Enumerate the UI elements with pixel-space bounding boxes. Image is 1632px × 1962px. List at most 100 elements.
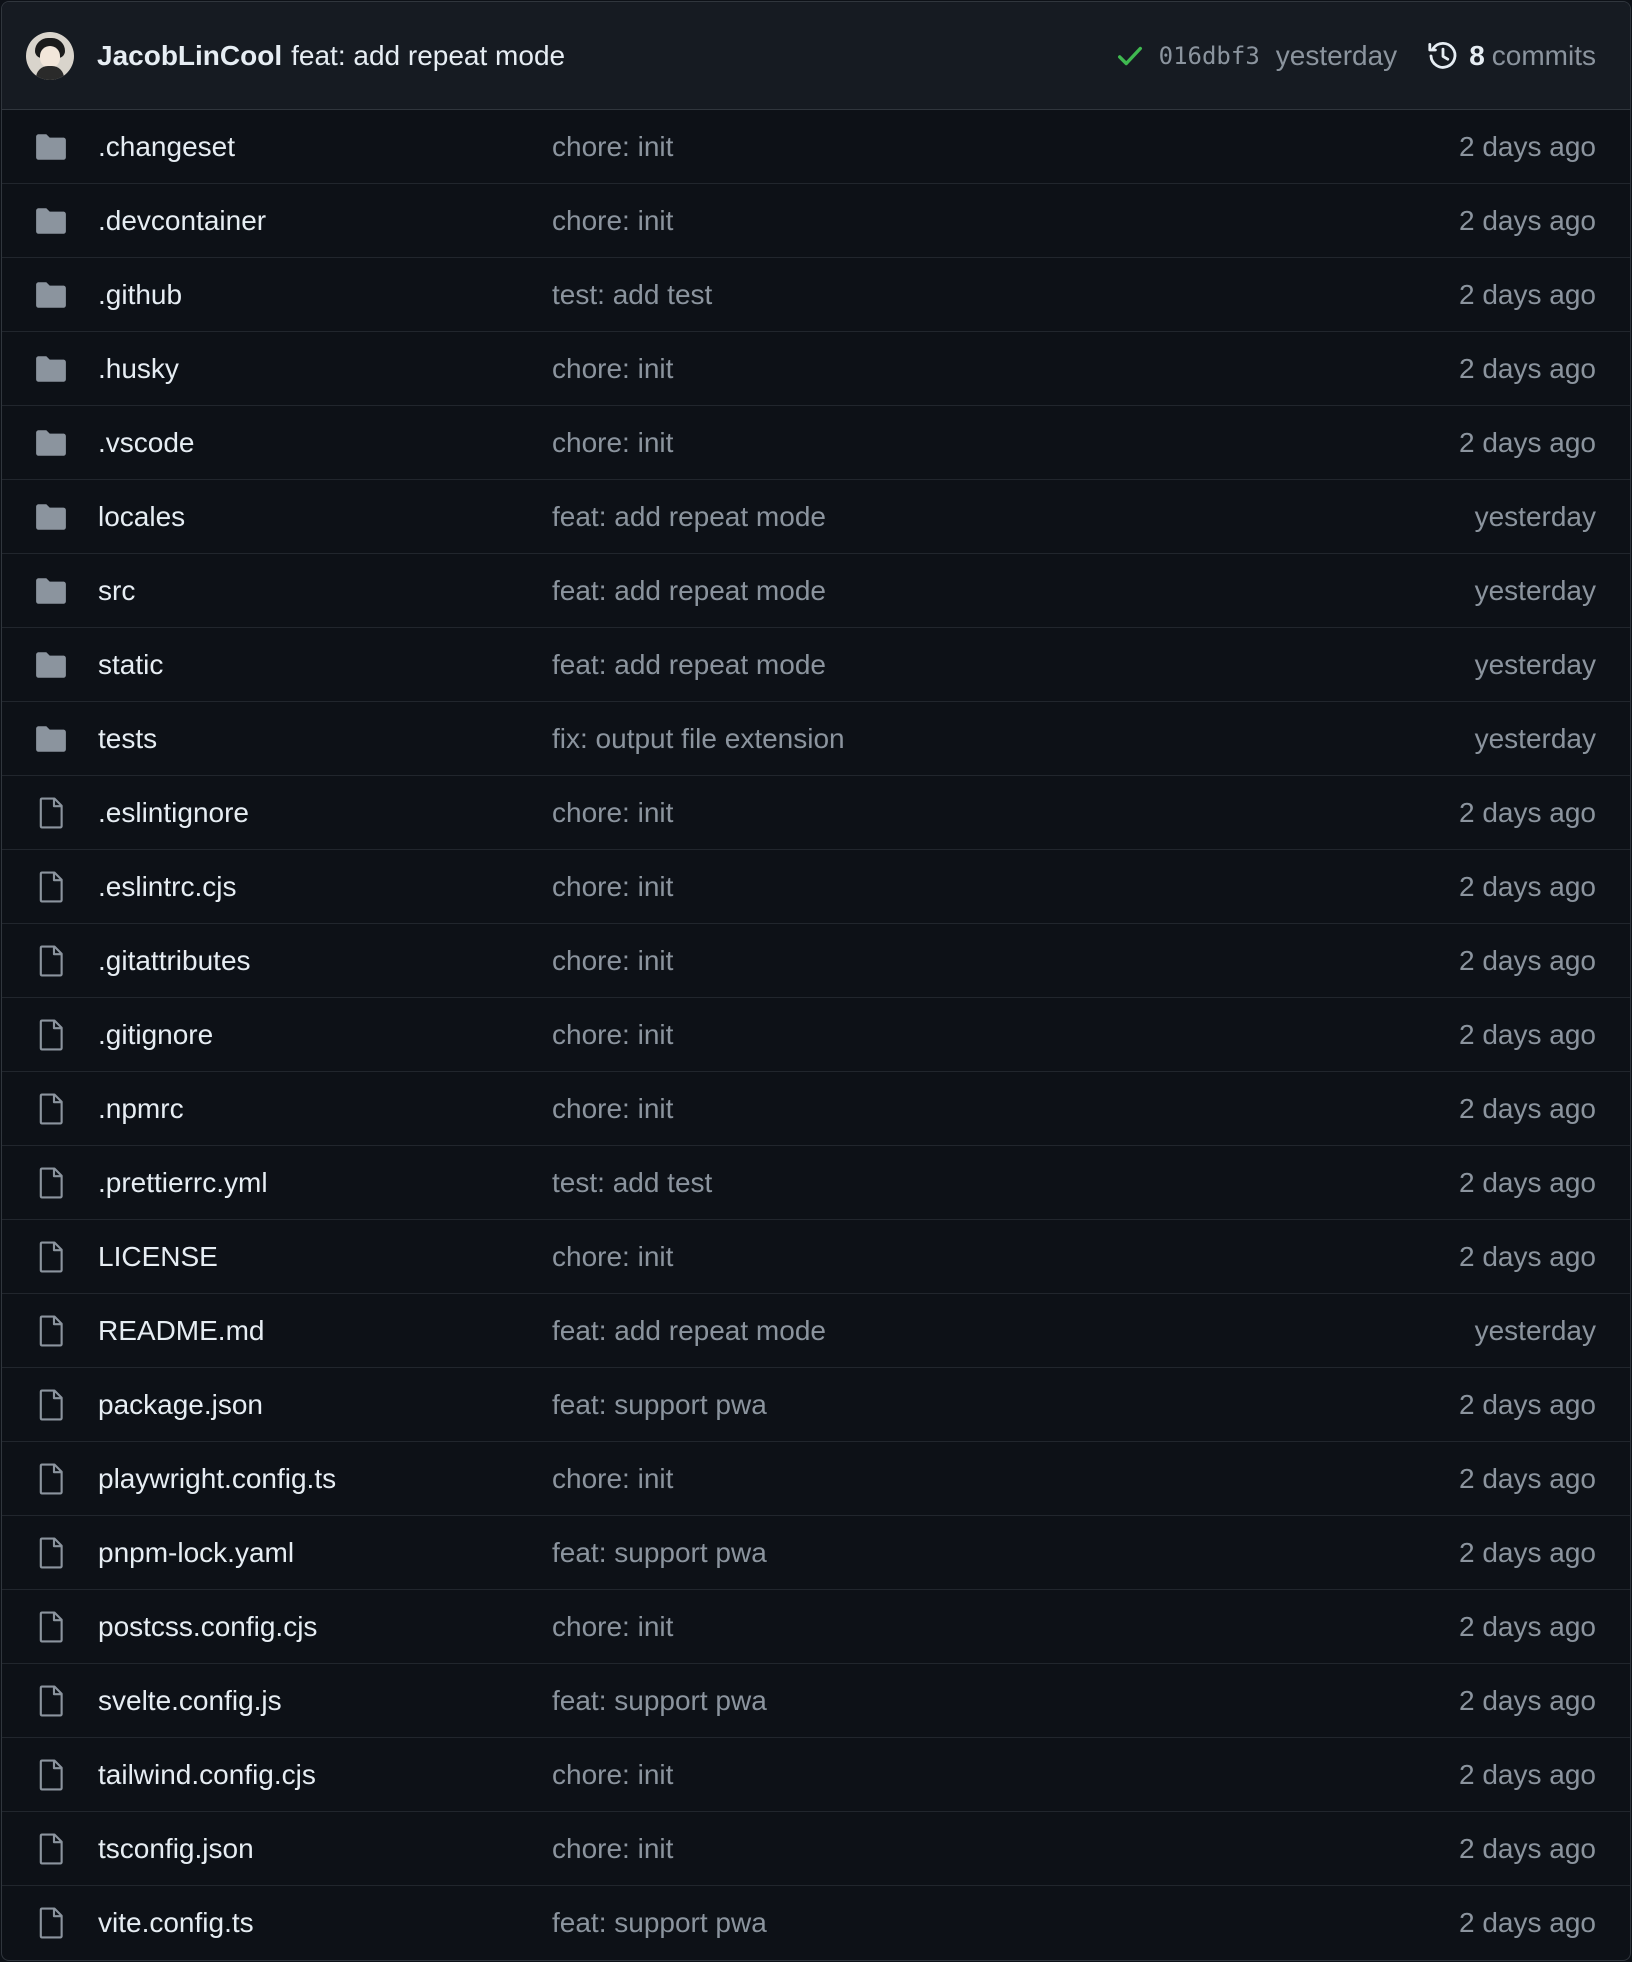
file-commit-age: yesterday xyxy=(1474,648,1596,680)
file-commit-age: 2 days ago xyxy=(1459,944,1596,976)
file-commit-message-link[interactable]: feat: add repeat mode xyxy=(552,649,1475,681)
file-row[interactable]: .gitignore chore: init 2 days ago xyxy=(2,998,1630,1072)
file-row[interactable]: .github test: add test 2 days ago xyxy=(2,258,1630,332)
file-commit-age: 2 days ago xyxy=(1459,1536,1596,1568)
file-row[interactable]: tsconfig.json chore: init 2 days ago xyxy=(2,1812,1630,1886)
file-row[interactable]: .prettierrc.yml test: add test 2 days ago xyxy=(2,1146,1630,1220)
file-commit-message-link[interactable]: chore: init xyxy=(552,131,1459,163)
file-row[interactable]: pnpm-lock.yaml feat: support pwa 2 days ag… xyxy=(2,1516,1630,1590)
commit-author-link[interactable]: JacobLinCool xyxy=(97,40,282,72)
file-commit-message-link[interactable]: chore: init xyxy=(552,1759,1459,1791)
file-icon xyxy=(39,1166,63,1199)
file-name-link[interactable]: .vscode xyxy=(98,427,552,459)
file-name-link[interactable]: pnpm-lock.yaml xyxy=(98,1537,552,1569)
file-name-link[interactable]: .devcontainer xyxy=(98,205,552,237)
file-commit-message-link[interactable]: chore: init xyxy=(552,1463,1459,1495)
file-name-link[interactable]: package.json xyxy=(98,1389,552,1421)
file-row[interactable]: .eslintrc.cjs chore: init 2 days ago xyxy=(2,850,1630,924)
file-name-link[interactable]: LICENSE xyxy=(98,1241,552,1273)
file-name-link[interactable]: locales xyxy=(98,501,552,533)
file-name-link[interactable]: .gitignore xyxy=(98,1019,552,1051)
folder-icon xyxy=(36,503,66,530)
file-row[interactable]: package.json feat: support pwa 2 days ago xyxy=(2,1368,1630,1442)
file-row[interactable]: .npmrc chore: init 2 days ago xyxy=(2,1072,1630,1146)
file-name-link[interactable]: tailwind.config.cjs xyxy=(98,1759,552,1791)
file-name-link[interactable]: postcss.config.cjs xyxy=(98,1611,552,1643)
file-commit-message-link[interactable]: chore: init xyxy=(552,1093,1459,1125)
file-commit-age: 2 days ago xyxy=(1459,426,1596,458)
file-name-link[interactable]: README.md xyxy=(98,1315,552,1347)
file-commit-message-link[interactable]: chore: init xyxy=(552,871,1459,903)
file-commit-age: 2 days ago xyxy=(1459,1758,1596,1790)
file-row[interactable]: .devcontainer chore: init 2 days ago xyxy=(2,184,1630,258)
file-row[interactable]: tailwind.config.cjs chore: init 2 days ago xyxy=(2,1738,1630,1812)
file-row[interactable]: .changeset chore: init 2 days ago xyxy=(2,110,1630,184)
file-name-link[interactable]: .npmrc xyxy=(98,1093,552,1125)
file-commit-message-link[interactable]: chore: init xyxy=(552,1833,1459,1865)
file-name-link[interactable]: .husky xyxy=(98,353,552,385)
file-row[interactable]: playwright.config.ts chore: init 2 days ag… xyxy=(2,1442,1630,1516)
folder-icon xyxy=(36,355,66,382)
avatar[interactable] xyxy=(26,31,74,80)
file-commit-message-link[interactable]: feat: support pwa xyxy=(552,1537,1459,1569)
file-commit-age: 2 days ago xyxy=(1459,1462,1596,1494)
file-name-link[interactable]: .prettierrc.yml xyxy=(98,1167,552,1199)
file-commit-message-link[interactable]: feat: support pwa xyxy=(552,1389,1459,1421)
commit-message-link[interactable]: feat: add repeat mode xyxy=(291,40,565,72)
file-row[interactable]: .eslintignore chore: init 2 days ago xyxy=(2,776,1630,850)
file-commit-message-link[interactable]: test: add test xyxy=(552,279,1459,311)
file-name-link[interactable]: .github xyxy=(98,279,552,311)
file-name-link[interactable]: .gitattributes xyxy=(98,945,552,977)
file-commit-message-link[interactable]: fix: output file extension xyxy=(552,723,1475,755)
file-row[interactable]: src feat: add repeat mode yesterday xyxy=(2,554,1630,628)
file-row[interactable]: README.md feat: add repeat mode yesterday xyxy=(2,1294,1630,1368)
file-commit-age: 2 days ago xyxy=(1459,204,1596,236)
file-row[interactable]: .husky chore: init 2 days ago xyxy=(2,332,1630,406)
file-commit-message-link[interactable]: chore: init xyxy=(552,945,1459,977)
file-commit-message-link[interactable]: chore: init xyxy=(552,353,1459,385)
file-commit-age: 2 days ago xyxy=(1459,1832,1596,1864)
commits-history-link[interactable]: 8 commits xyxy=(1427,40,1596,72)
folder-icon xyxy=(36,133,66,160)
file-name-link[interactable]: .changeset xyxy=(98,131,552,163)
file-icon xyxy=(39,1684,63,1717)
file-commit-message-link[interactable]: feat: add repeat mode xyxy=(552,1315,1475,1347)
file-commit-message-link[interactable]: chore: init xyxy=(552,1611,1459,1643)
file-commit-message-link[interactable]: chore: init xyxy=(552,427,1459,459)
file-commit-message-link[interactable]: chore: init xyxy=(552,797,1459,829)
commit-sha-link[interactable]: 016dbf3 xyxy=(1159,42,1260,70)
latest-commit-bar: JacobLinCool feat: add repeat mode 016db… xyxy=(2,2,1630,110)
file-commit-message-link[interactable]: feat: support pwa xyxy=(552,1907,1459,1939)
file-row[interactable]: static feat: add repeat mode yesterday xyxy=(2,628,1630,702)
file-name-link[interactable]: vite.config.ts xyxy=(98,1907,552,1939)
file-name-link[interactable]: .eslintrc.cjs xyxy=(98,871,552,903)
file-row[interactable]: postcss.config.cjs chore: init 2 days ago xyxy=(2,1590,1630,1664)
file-row[interactable]: .gitattributes chore: init 2 days ago xyxy=(2,924,1630,998)
file-row[interactable]: LICENSE chore: init 2 days ago xyxy=(2,1220,1630,1294)
file-icon xyxy=(39,1388,63,1421)
folder-icon xyxy=(36,725,66,752)
file-commit-message-link[interactable]: feat: add repeat mode xyxy=(552,501,1475,533)
file-commit-message-link[interactable]: chore: init xyxy=(552,1241,1459,1273)
file-commit-age: 2 days ago xyxy=(1459,1018,1596,1050)
file-name-link[interactable]: tests xyxy=(98,723,552,755)
file-row[interactable]: vite.config.ts feat: support pwa 2 days ag… xyxy=(2,1886,1630,1960)
file-row[interactable]: svelte.config.js feat: support pwa 2 days … xyxy=(2,1664,1630,1738)
file-name-link[interactable]: .eslintignore xyxy=(98,797,552,829)
file-name-link[interactable]: svelte.config.js xyxy=(98,1685,552,1717)
check-icon[interactable] xyxy=(1115,41,1145,71)
file-name-link[interactable]: static xyxy=(98,649,552,681)
file-commit-message-link[interactable]: test: add test xyxy=(552,1167,1459,1199)
file-commit-message-link[interactable]: feat: support pwa xyxy=(552,1685,1459,1717)
file-row[interactable]: tests fix: output file extension yesterday xyxy=(2,702,1630,776)
file-commit-message-link[interactable]: chore: init xyxy=(552,1019,1459,1051)
folder-icon xyxy=(36,281,66,308)
file-name-link[interactable]: tsconfig.json xyxy=(98,1833,552,1865)
file-commit-age: yesterday xyxy=(1474,1314,1596,1346)
file-name-link[interactable]: src xyxy=(98,575,552,607)
file-commit-message-link[interactable]: chore: init xyxy=(552,205,1459,237)
file-row[interactable]: .vscode chore: init 2 days ago xyxy=(2,406,1630,480)
file-name-link[interactable]: playwright.config.ts xyxy=(98,1463,552,1495)
file-row[interactable]: locales feat: add repeat mode yesterday xyxy=(2,480,1630,554)
file-commit-message-link[interactable]: feat: add repeat mode xyxy=(552,575,1475,607)
